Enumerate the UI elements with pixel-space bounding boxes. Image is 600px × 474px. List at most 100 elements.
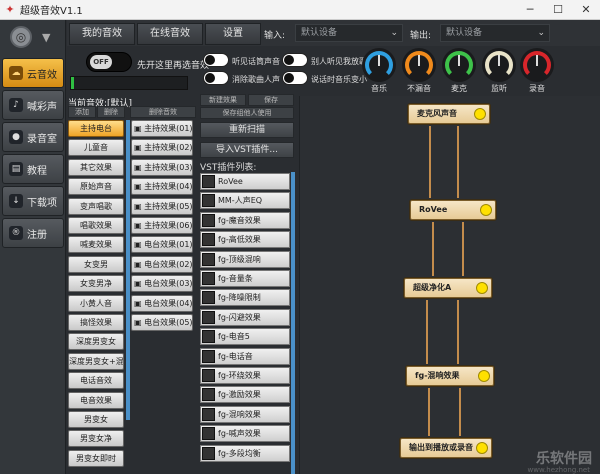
tab-online-effects[interactable]: 在线音效 (137, 23, 203, 45)
nav-tutorial[interactable]: ▤ 教程 (2, 154, 64, 184)
preset-item[interactable]: 原始声音 (68, 178, 124, 196)
effect-item[interactable]: ▣ 电台效果(05) (131, 314, 193, 331)
node-power-icon[interactable] (476, 442, 488, 454)
import-vst-button[interactable]: 导入VST插件... (200, 142, 294, 158)
vst-plugin-item[interactable]: fg-降噪限制 (200, 289, 290, 307)
vst-plugin-item[interactable]: fg-环绕效果 (200, 367, 290, 384)
effect-item[interactable]: ▣ 主持效果(03) (131, 158, 193, 176)
preset-item[interactable]: 女变男净 (68, 275, 124, 293)
effect-node[interactable]: 超级净化A (404, 278, 492, 298)
preset-item[interactable]: 女变男 (68, 255, 124, 273)
effect-item[interactable]: ▣ 主持效果(05) (131, 197, 193, 215)
vst-plugin-item[interactable]: fg-魔音效果 (200, 211, 290, 229)
nav-downloads[interactable]: ↓ 下载项 (2, 186, 64, 216)
toggle-others-hear-music[interactable] (282, 53, 308, 67)
preset-item[interactable]: 变声唱歌 (68, 197, 124, 215)
close-button[interactable]: ✕ (572, 0, 600, 20)
preset-item[interactable]: 主持电台 (68, 120, 124, 137)
preset-item[interactable]: 小黄人音 (68, 294, 124, 312)
volume-knob[interactable] (442, 48, 476, 82)
knob-label: 录音 (529, 84, 545, 93)
effect-item[interactable]: ▣ 主持效果(01) (131, 120, 193, 137)
plugin-icon (202, 349, 215, 363)
preset-item[interactable]: 深度男变女+混响 (68, 352, 124, 370)
preset-item[interactable]: 喊麦效果 (68, 236, 124, 254)
node-power-icon[interactable] (474, 108, 486, 120)
save-button[interactable]: 保存 (248, 94, 294, 106)
effect-item[interactable]: ▣ 主持效果(02) (131, 139, 193, 157)
vst-plugin-item[interactable]: fg-喊声效果 (200, 425, 290, 443)
effect-item[interactable]: ▣ 电台效果(04) (131, 294, 193, 312)
vst-plugin-item[interactable]: fg-闪避效果 (200, 308, 290, 326)
output-device-select[interactable]: 默认设备 ⌄ (440, 24, 550, 42)
vst-plugin-item[interactable]: RoVee (200, 173, 290, 190)
effect-node[interactable]: 输出到播放或录音 (400, 438, 492, 458)
toggle-hear-mic-label: 听见话筒声音 (232, 57, 280, 66)
plugin-icon (202, 252, 215, 266)
vst-plugin-item[interactable]: fg-高低效果 (200, 231, 290, 249)
minimize-button[interactable]: ─ (516, 0, 544, 20)
nav-register[interactable]: ® 注册 (2, 218, 64, 248)
new-effect-button[interactable]: 新建效果 (200, 94, 246, 106)
nav-cloud-effects[interactable]: ☁ 云音效 (2, 58, 64, 88)
add-button[interactable]: 添加 (68, 106, 96, 118)
vst-plugin-item[interactable]: fg-电话音 (200, 347, 290, 365)
chevron-down-icon[interactable]: ▼ (42, 31, 50, 44)
rescan-button[interactable]: 重新扫描 (200, 122, 294, 138)
volume-knob[interactable] (402, 48, 436, 82)
preset-item[interactable]: 深度男变女 (68, 333, 124, 351)
delete-effect-button[interactable]: 删除音效 (130, 106, 196, 118)
effect-node-label: 超级净化A (413, 283, 452, 292)
effect-item[interactable]: ▣ 电台效果(02) (131, 255, 193, 273)
effect-item[interactable]: ▣ 主持效果(06) (131, 217, 193, 234)
node-power-icon[interactable] (476, 282, 488, 294)
main-power-switch[interactable]: OFF (86, 52, 132, 72)
toggle-remove-vocals[interactable] (203, 71, 229, 85)
effect-item[interactable]: ▣ 电台效果(03) (131, 275, 193, 293)
preset-item[interactable]: 男变女 (68, 411, 124, 428)
toggle-duck-music[interactable] (282, 71, 308, 85)
nav-studio[interactable]: ● 录音室 (2, 122, 64, 152)
effect-node-label: 麦克风声音 (417, 109, 457, 118)
preset-item[interactable]: 其它效果 (68, 158, 124, 176)
vst-plugin-item[interactable]: fg-混响效果 (200, 405, 290, 423)
toggle-hear-mic[interactable] (203, 53, 229, 67)
node-power-icon[interactable] (480, 204, 492, 216)
effect-node[interactable]: fg-混响效果 (406, 366, 494, 386)
delete-button[interactable]: 删除 (97, 106, 125, 118)
preset-item[interactable]: 电音效果 (68, 391, 124, 409)
effect-node[interactable]: RoVee (410, 200, 496, 220)
volume-knob[interactable] (520, 48, 554, 82)
vst-plugin-item[interactable]: fg-音量条 (200, 270, 290, 287)
preset-item[interactable]: 男变女即时 (68, 449, 124, 467)
save-share-button[interactable]: 保存组他人使用 (200, 107, 294, 119)
title-bar: ✦ 超级音效V1.1 ─ ☐ ✕ (0, 0, 600, 20)
node-power-icon[interactable] (478, 370, 490, 382)
vst-plugin-item[interactable]: fg-电音5 (200, 328, 290, 346)
logo-disc-icon[interactable]: ◎ (10, 26, 32, 48)
effect-chain-canvas[interactable]: 麦克风声音 RoVee 超级净化A fg-混响效果 输出到播放或录音 乐软件园 www.… (299, 96, 600, 474)
maximize-button[interactable]: ☐ (544, 0, 572, 20)
vst-plugin-item[interactable]: MM-人声EQ (200, 192, 290, 210)
preset-item[interactable]: 儿童音 (68, 139, 124, 157)
vst-scrollbar[interactable] (291, 172, 295, 474)
volume-knob[interactable] (482, 48, 516, 82)
nav-shout[interactable]: ♪ 喊彩声 (2, 90, 64, 120)
tab-my-effects[interactable]: 我的音效 (69, 23, 135, 45)
preset-item[interactable]: 男变女净 (68, 430, 124, 448)
preset-scrollbar[interactable] (126, 120, 130, 420)
tab-settings[interactable]: 设置 (205, 23, 261, 45)
effect-node[interactable]: 麦克风声音 (408, 104, 490, 124)
plugin-icon (202, 213, 215, 227)
preset-item[interactable]: 电话音效 (68, 372, 124, 390)
vst-plugin-label: fg-混响效果 (218, 409, 261, 419)
effect-item[interactable]: ▣ 电台效果(01) (131, 236, 193, 254)
volume-knob[interactable] (362, 48, 396, 82)
effect-item[interactable]: ▣ 主持效果(04) (131, 178, 193, 196)
vst-plugin-item[interactable]: fg-激励效果 (200, 386, 290, 404)
vst-plugin-item[interactable]: fg-顶级混响 (200, 250, 290, 268)
preset-item[interactable]: 唱歌效果 (68, 217, 124, 234)
input-device-select[interactable]: 默认设备 ⌄ (295, 24, 403, 42)
preset-item[interactable]: 搞怪效果 (68, 314, 124, 331)
vst-plugin-item[interactable]: fg-多段均衡 (200, 444, 290, 462)
